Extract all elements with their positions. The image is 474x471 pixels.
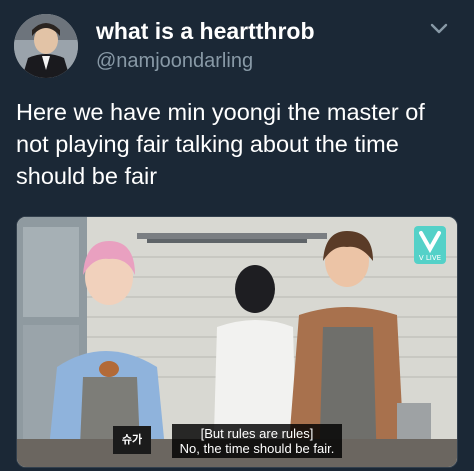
display-name[interactable]: what is a heartthrob xyxy=(96,18,315,45)
chevron-down-icon[interactable] xyxy=(428,18,450,40)
avatar-image xyxy=(14,14,78,78)
caption-line-2: No, the time should be fair. xyxy=(179,441,335,456)
vlive-logo-icon: V LIVE xyxy=(413,225,447,265)
caption-line-1: [But rules are rules] xyxy=(200,426,314,441)
tweet-media-image[interactable]: V LIVE 슈가 [But rules are rules] No, the … xyxy=(16,216,458,468)
user-handle[interactable]: @namjoondarling xyxy=(96,50,253,73)
subtitle-caption: [But rules are rules] No, the time shoul… xyxy=(17,424,457,458)
tweet-text: Here we have min yoongi the master of no… xyxy=(16,99,425,189)
avatar[interactable] xyxy=(14,14,78,78)
vlive-logo-text: V LIVE xyxy=(419,254,441,262)
tweet-card: what is a heartthrob @namjoondarling Her… xyxy=(0,0,474,471)
